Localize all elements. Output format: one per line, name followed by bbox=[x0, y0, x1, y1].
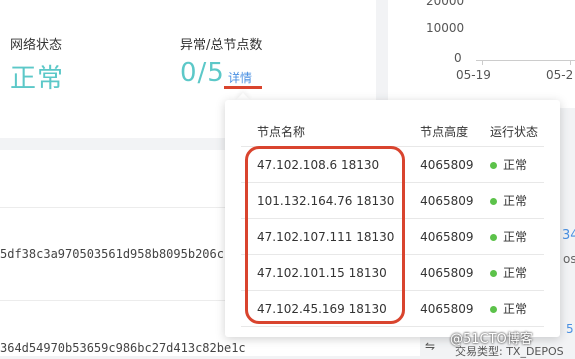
node-name: 47.102.108.6 18130 bbox=[241, 146, 411, 183]
abnormal-nodes-label: 异常/总节点数 bbox=[180, 38, 263, 53]
y-tick-label: 0 bbox=[454, 51, 462, 65]
node-name: 47.102.107.111 18130 bbox=[241, 218, 411, 255]
y-tick-label: 20000 bbox=[426, 0, 465, 8]
node-name: 101.132.164.76 18130 bbox=[241, 182, 411, 219]
x-axis-line bbox=[476, 60, 575, 61]
node-status: 正常 bbox=[480, 218, 544, 255]
network-status-label: 网络状态 bbox=[10, 38, 63, 53]
table-row: 47.102.107.111 18130 4065809 正常 bbox=[241, 218, 544, 255]
table-row: 47.102.45.169 18130 4065809 正常 bbox=[241, 290, 544, 327]
node-name: 47.102.101.15 18130 bbox=[241, 254, 411, 291]
type-fragment: os bbox=[563, 252, 575, 266]
nodes-popover: 节点名称 节点高度 运行状态 47.102.108.6 18130 406580… bbox=[225, 100, 560, 337]
status-text: 正常 bbox=[503, 266, 528, 280]
y-tick-label: 10000 bbox=[426, 21, 465, 35]
transaction-type-label: 交易类型: TX_DEPOS bbox=[455, 345, 564, 358]
nodes-table: 节点名称 节点高度 运行状态 47.102.108.6 18130 406580… bbox=[241, 116, 544, 327]
transaction-hash[interactable]: 364d54970b53659c986bc27d413c82be1c bbox=[0, 341, 246, 355]
x-tick-label: 05-2 bbox=[546, 68, 574, 82]
details-link[interactable]: 详情 bbox=[228, 69, 252, 86]
node-status: 正常 bbox=[480, 182, 544, 219]
node-height: 4065809 bbox=[410, 218, 481, 255]
status-dot-icon bbox=[490, 162, 498, 169]
swap-icon: ⇋ bbox=[425, 339, 436, 353]
column-header-node-name: 节点名称 bbox=[241, 116, 411, 147]
status-text: 正常 bbox=[503, 230, 528, 244]
node-height: 4065809 bbox=[410, 290, 481, 327]
x-tick-label: 05-19 bbox=[456, 68, 491, 82]
node-status: 正常 bbox=[480, 254, 544, 291]
status-dot-icon bbox=[490, 270, 498, 277]
status-dot-icon bbox=[490, 234, 498, 241]
status-text: 正常 bbox=[503, 194, 528, 208]
status-dot-icon bbox=[490, 198, 498, 205]
node-height: 4065809 bbox=[410, 182, 481, 219]
block-chart-card: 20000 10000 0 05-19 05-2 bbox=[388, 0, 575, 108]
table-row: 101.132.164.76 18130 4065809 正常 bbox=[241, 182, 544, 219]
column-header-node-height: 节点高度 bbox=[410, 116, 481, 147]
amount-fragment: 5 bbox=[566, 322, 574, 336]
node-status: 正常 bbox=[480, 146, 544, 183]
transaction-hash[interactable]: 5df38c3a970503561d958b8095b206c bbox=[0, 247, 224, 261]
table-row: 47.102.101.15 18130 4065809 正常 bbox=[241, 254, 544, 291]
node-height: 4065809 bbox=[410, 254, 481, 291]
x-axis-tick bbox=[570, 60, 571, 65]
node-name: 47.102.45.169 18130 bbox=[241, 290, 411, 327]
annotation-underline bbox=[224, 86, 262, 89]
network-status-value: 正常 bbox=[10, 64, 65, 94]
node-status: 正常 bbox=[480, 290, 544, 327]
status-dot-icon bbox=[490, 306, 498, 313]
table-header-row: 节点名称 节点高度 运行状态 bbox=[241, 116, 544, 147]
amount-fragment: 34 bbox=[562, 228, 575, 243]
x-axis-tick bbox=[482, 60, 483, 65]
table-row: 47.102.108.6 18130 4065809 正常 bbox=[241, 146, 544, 183]
column-header-status: 运行状态 bbox=[480, 116, 544, 147]
status-text: 正常 bbox=[503, 158, 528, 172]
node-height: 4065809 bbox=[410, 146, 481, 183]
abnormal-nodes-value: 0/5 bbox=[180, 58, 225, 88]
status-text: 正常 bbox=[503, 302, 528, 316]
